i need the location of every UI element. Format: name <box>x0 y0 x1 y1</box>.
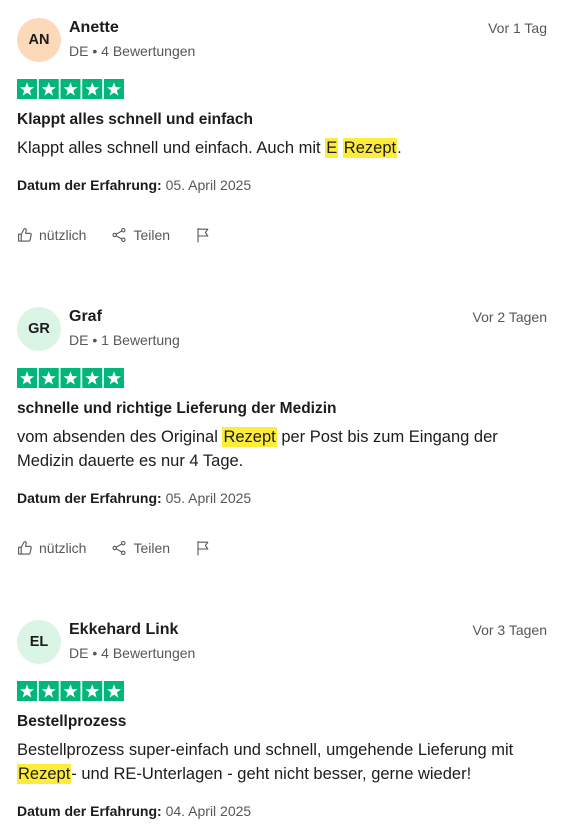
review-title[interactable]: Bestellprozess <box>17 712 547 732</box>
review-card: GR Graf DE • 1 Bewertung Vor 2 Tagen sch… <box>17 307 547 560</box>
search-highlight: Rezept <box>17 764 72 784</box>
star-rating <box>17 681 547 701</box>
star-icon <box>17 368 37 388</box>
reviewer-avatar[interactable]: GR <box>17 307 61 351</box>
date-of-experience: Datum der Erfahrung: 05. April 2025 <box>17 175 547 195</box>
search-highlight: Rezept <box>222 427 277 447</box>
review-header: EL Ekkehard Link DE • 4 Bewertungen Vor … <box>17 620 547 664</box>
review-age: Vor 3 Tagen <box>472 622 547 638</box>
share-label: Teilen <box>133 540 171 556</box>
reviewer-meta: DE • 4 Bewertungen <box>69 41 488 61</box>
review-body: vom absenden des Original Rezept per Pos… <box>17 425 547 473</box>
reviewer-meta: DE • 4 Bewertungen <box>69 643 473 663</box>
reviewer-info: Graf DE • 1 Bewertung <box>69 307 473 350</box>
review-title[interactable]: schnelle und richtige Lieferung der Medi… <box>17 399 547 419</box>
review-actions: nützlich Teilen <box>17 223 547 247</box>
date-of-experience: Datum der Erfahrung: 04. April 2025 <box>17 801 547 821</box>
meta-separator: • <box>92 43 98 59</box>
review-card: AN Anette DE • 4 Bewertungen Vor 1 Tag K… <box>17 18 547 247</box>
meta-separator: • <box>92 332 98 348</box>
star-icon <box>17 79 37 99</box>
review-text: . <box>397 139 402 157</box>
review-text: - und RE-Unterlagen - geht nicht besser,… <box>71 765 472 783</box>
share-icon <box>112 227 127 243</box>
date-of-experience-value: 05. April 2025 <box>165 490 252 506</box>
reviewer-info: Ekkehard Link DE • 4 Bewertungen <box>69 620 473 663</box>
review-header: AN Anette DE • 4 Bewertungen Vor 1 Tag <box>17 18 547 62</box>
helpful-button[interactable]: nützlich <box>17 225 86 245</box>
meta-separator: • <box>92 645 98 661</box>
share-label: Teilen <box>133 227 171 243</box>
reviewer-avatar[interactable]: AN <box>17 18 61 62</box>
date-of-experience-label: Datum der Erfahrung: <box>17 803 162 819</box>
star-icon <box>60 368 81 388</box>
flag-icon <box>197 227 209 243</box>
review-text: Klappt alles schnell und einfach. Auch m… <box>17 139 326 157</box>
date-of-experience-label: Datum der Erfahrung: <box>17 177 162 193</box>
star-icon <box>104 79 124 99</box>
search-highlight: E <box>325 138 339 158</box>
star-icon <box>104 368 124 388</box>
reviewer-name[interactable]: Graf <box>69 307 473 327</box>
date-of-experience: Datum der Erfahrung: 05. April 2025 <box>17 488 547 508</box>
review-list: AN Anette DE • 4 Bewertungen Vor 1 Tag K… <box>0 0 563 821</box>
star-icon <box>82 681 103 701</box>
reviewer-name[interactable]: Anette <box>69 18 488 38</box>
star-rating <box>17 368 547 388</box>
share-button[interactable]: Teilen <box>111 538 170 558</box>
reviewer-country: DE <box>69 43 89 59</box>
date-of-experience-value: 05. April 2025 <box>165 177 252 193</box>
reviewer-review-count: 4 Bewertungen <box>101 645 196 661</box>
reviewer-review-count: 4 Bewertungen <box>101 43 196 59</box>
avatar-initials: GR <box>28 321 50 337</box>
star-rating <box>17 79 547 99</box>
reviewer-avatar[interactable]: EL <box>17 620 61 664</box>
avatar-initials: EL <box>29 634 49 650</box>
star-icon <box>60 79 81 99</box>
star-icon <box>38 79 59 99</box>
star-icon <box>38 368 59 388</box>
review-text: Bestellprozess super-einfach und schnell… <box>17 741 514 759</box>
thumbs-up-icon <box>18 228 32 242</box>
thumbs-up-icon <box>18 541 32 555</box>
star-rating-graphic <box>17 681 124 701</box>
report-button[interactable] <box>195 227 211 243</box>
review-age: Vor 2 Tagen <box>472 309 547 325</box>
star-icon <box>38 681 59 701</box>
reviewer-meta: DE • 1 Bewertung <box>69 330 473 350</box>
review-text: vom absenden des Original <box>17 428 223 446</box>
reviewer-review-count: 1 Bewertung <box>101 332 180 348</box>
star-rating-graphic <box>17 368 124 388</box>
reviewer-info: Anette DE • 4 Bewertungen <box>69 18 488 61</box>
date-of-experience-label: Datum der Erfahrung: <box>17 490 162 506</box>
report-button[interactable] <box>195 540 211 556</box>
review-header: GR Graf DE • 1 Bewertung Vor 2 Tagen <box>17 307 547 351</box>
review-actions: nützlich Teilen <box>17 536 547 560</box>
star-rating-graphic <box>17 79 124 99</box>
share-button[interactable]: Teilen <box>111 225 170 245</box>
review-card: EL Ekkehard Link DE • 4 Bewertungen Vor … <box>17 620 547 821</box>
review-age: Vor 1 Tag <box>488 20 547 36</box>
date-of-experience-value: 04. April 2025 <box>165 803 252 819</box>
star-icon <box>82 79 103 99</box>
reviewer-country: DE <box>69 332 89 348</box>
flag-icon <box>197 540 209 556</box>
review-body: Bestellprozess super-einfach und schnell… <box>17 738 547 786</box>
reviewer-country: DE <box>69 645 89 661</box>
helpful-button[interactable]: nützlich <box>17 538 86 558</box>
avatar-initials: AN <box>28 32 50 48</box>
helpful-label: nützlich <box>39 227 87 243</box>
star-icon <box>17 681 37 701</box>
review-title[interactable]: Klappt alles schnell und einfach <box>17 110 547 130</box>
search-highlight: Rezept <box>342 138 398 158</box>
star-icon <box>82 368 103 388</box>
share-icon <box>112 540 127 556</box>
review-body: Klappt alles schnell und einfach. Auch m… <box>17 136 547 160</box>
reviewer-name[interactable]: Ekkehard Link <box>69 620 473 640</box>
star-icon <box>104 681 124 701</box>
star-icon <box>60 681 81 701</box>
helpful-label: nützlich <box>39 540 87 556</box>
